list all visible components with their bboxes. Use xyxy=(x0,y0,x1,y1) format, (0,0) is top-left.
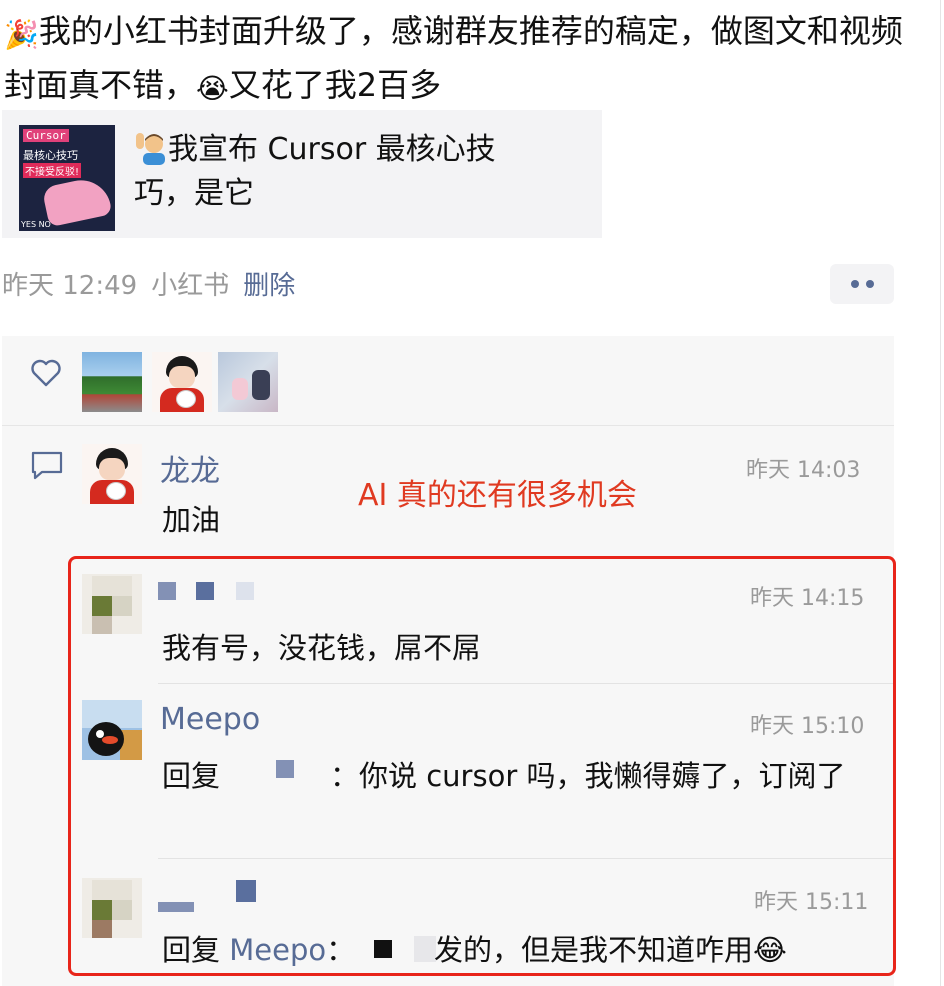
comment-author[interactable]: 龙龙 xyxy=(160,446,220,490)
link-thumbnail: Cursor 最核心技巧 不接受反驳! YES NO xyxy=(19,125,115,231)
link-title: 我宣布 Cursor 最核心技巧，是它 xyxy=(134,128,554,216)
thumb-line-2: 最核心技巧 xyxy=(23,149,78,162)
annotation-text: AI 真的还有很多机会 xyxy=(358,478,637,513)
post-text: 🎉我的小红书封面升级了，感谢群友推荐的稿定，做图文和视频封面真不错，😭又花了我2… xyxy=(4,6,904,114)
likes-row xyxy=(2,336,894,426)
like-avatar-couple[interactable] xyxy=(218,352,278,412)
heart-icon xyxy=(31,359,61,387)
thumb-line-1: Cursor xyxy=(23,129,69,142)
post-body-tail: 又花了我2百多 xyxy=(228,66,442,104)
party-popper-icon: 🎉 xyxy=(4,18,39,51)
delete-link[interactable]: 删除 xyxy=(243,271,295,301)
post-body: 我的小红书封面升级了，感谢群友推荐的稿定，做图文和视频封面真不错， xyxy=(4,12,903,104)
dot-icon xyxy=(865,280,874,288)
dot-icon xyxy=(850,280,859,288)
thumb-footer: YES NO xyxy=(21,220,51,229)
link-title-text: 我宣布 Cursor 最核心技巧，是它 xyxy=(134,132,496,211)
megaphone-icon xyxy=(41,174,113,228)
highlight-box xyxy=(68,556,896,976)
like-avatar-boy[interactable] xyxy=(152,352,212,412)
thumb-line-3: 不接受反驳! xyxy=(23,163,82,178)
shared-link-card[interactable]: Cursor 最核心技巧 不接受反驳! YES NO 我宣布 Cursor 最核… xyxy=(2,110,602,238)
post-time: 昨天 12:49 xyxy=(2,271,138,301)
comment-text: 加油 xyxy=(162,503,221,537)
comment-avatar[interactable] xyxy=(82,444,142,504)
comment-icon xyxy=(31,451,63,480)
raising-hand-icon xyxy=(134,131,168,165)
comment-time: 昨天 14:03 xyxy=(746,458,861,483)
scrollbar[interactable] xyxy=(940,0,941,986)
like-avatar-road[interactable] xyxy=(82,352,142,412)
crying-face-icon: 😭 xyxy=(196,72,229,105)
post-meta: 昨天 12:49 小红书 删除 xyxy=(2,265,295,302)
more-options-button[interactable] xyxy=(830,264,894,304)
post-source: 小红书 xyxy=(151,271,230,301)
